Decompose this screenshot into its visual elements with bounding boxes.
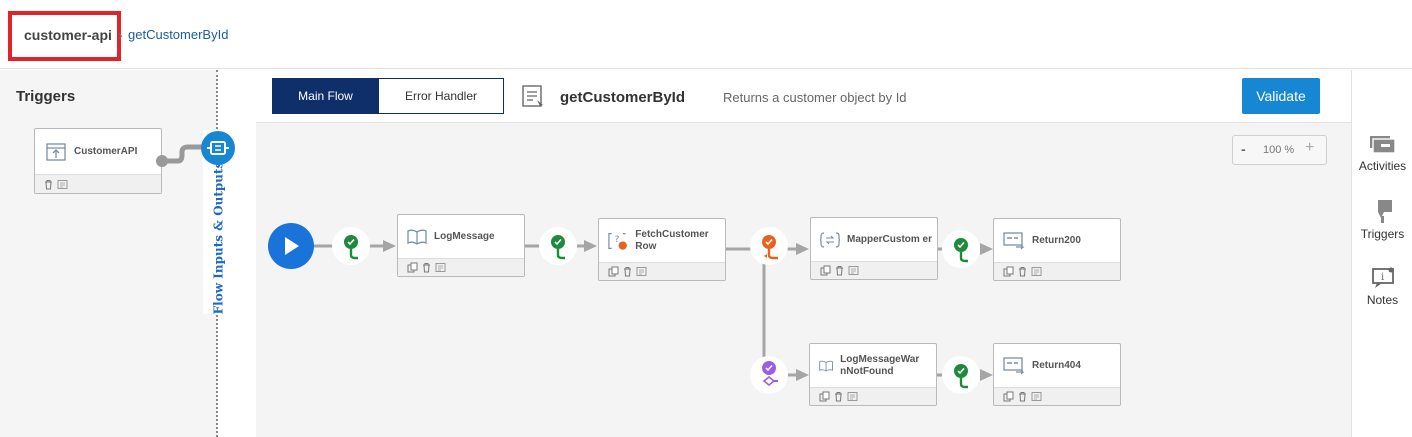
link-success-1[interactable] (332, 227, 370, 265)
notes-icon: i (1371, 267, 1394, 288)
copy-icon[interactable] (819, 391, 830, 402)
activity-return404[interactable]: Return404 (993, 343, 1121, 406)
triggers-icon (1377, 200, 1392, 223)
svg-text:i: i (1381, 272, 1384, 283)
notes-small-icon[interactable] (636, 266, 647, 277)
activity-label: Return404 (1032, 359, 1081, 371)
activity-logmessagewarnnotfound[interactable]: LogMessageWar nNotFound (809, 343, 937, 406)
copy-icon[interactable] (1003, 391, 1014, 402)
panel-triggers[interactable]: Triggers (1352, 198, 1412, 241)
notes-small-icon[interactable] (848, 265, 859, 276)
log-icon (819, 360, 833, 371)
link-success-4[interactable] (942, 356, 980, 394)
copy-icon[interactable] (608, 266, 619, 277)
activity-mappercustomer[interactable]: MapperCustom er (810, 217, 938, 280)
delete-icon[interactable] (622, 266, 633, 277)
delete-icon[interactable] (1017, 391, 1028, 402)
query-icon: ? (608, 232, 627, 250)
success-link-icon (954, 238, 968, 263)
notes-small-icon[interactable] (1031, 391, 1042, 402)
activity-logmessage[interactable]: LogMessage (397, 214, 525, 277)
notes-small-icon[interactable] (435, 262, 446, 273)
link-success-2[interactable] (539, 227, 577, 265)
activity-label: LogMessageWar nNotFound (840, 353, 920, 377)
return-icon (1003, 231, 1025, 249)
delete-icon[interactable] (833, 391, 844, 402)
log-icon (407, 229, 427, 245)
success-link-icon (954, 364, 968, 389)
play-icon (285, 237, 299, 255)
activity-label: MapperCustom er (847, 233, 933, 245)
mapper-icon (820, 231, 840, 248)
notes-small-icon[interactable] (1031, 266, 1042, 277)
activity-label: LogMessage (434, 230, 495, 242)
panel-activities[interactable]: Activities (1352, 134, 1412, 173)
panel-notes-label: Notes (1366, 293, 1399, 307)
return-icon (1003, 356, 1025, 374)
branch-link-icon (762, 235, 778, 260)
svg-text:?: ? (614, 233, 619, 244)
copy-icon[interactable] (1003, 266, 1014, 277)
activity-fetchcustomerrow[interactable]: ? FetchCustomer Row (598, 218, 726, 281)
delete-icon[interactable] (421, 262, 432, 273)
activities-icon (1369, 136, 1396, 154)
success-link-icon (551, 235, 565, 260)
activity-label: Return200 (1032, 234, 1081, 246)
start-button[interactable] (268, 223, 314, 269)
copy-icon[interactable] (820, 265, 831, 276)
activity-label: FetchCustomer Row (635, 228, 709, 252)
activity-return200[interactable]: Return200 (993, 218, 1121, 281)
link-otherwise[interactable] (750, 356, 788, 394)
success-link-icon (344, 235, 358, 260)
panel-triggers-label: Triggers (1360, 227, 1405, 241)
otherwise-link-icon (762, 361, 778, 387)
delete-icon[interactable] (1017, 266, 1028, 277)
panel-activities-label: Activities (1358, 159, 1407, 173)
panel-notes[interactable]: i Notes (1352, 266, 1412, 307)
delete-icon[interactable] (834, 265, 845, 276)
link-success-3[interactable] (942, 230, 980, 268)
notes-small-icon[interactable] (847, 391, 858, 402)
right-panel: Activities Triggers i Notes (1351, 70, 1412, 437)
copy-icon[interactable] (407, 262, 418, 273)
link-branch[interactable] (750, 227, 788, 265)
